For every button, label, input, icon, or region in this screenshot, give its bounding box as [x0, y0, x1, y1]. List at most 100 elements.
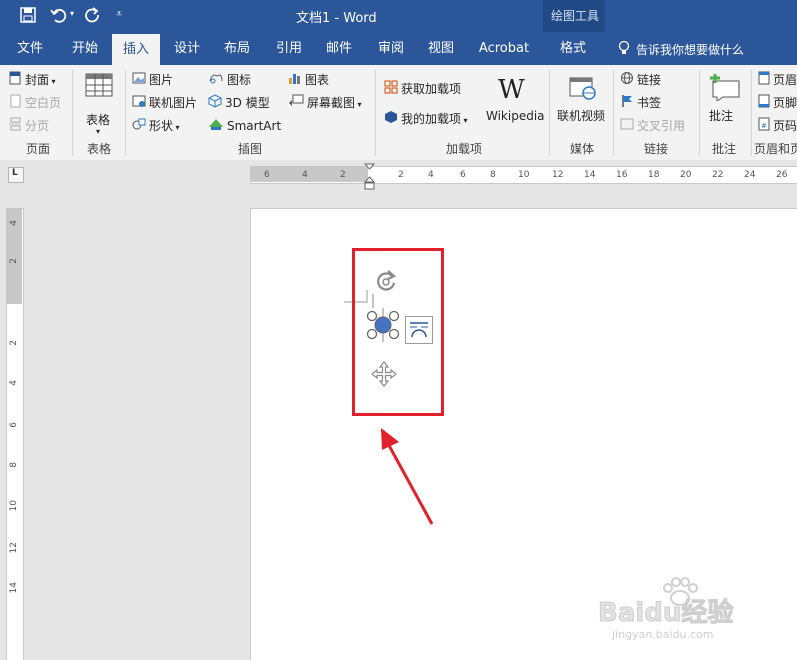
page-number-label: 页码	[773, 119, 797, 133]
highlight-box	[352, 248, 444, 416]
shapes-button[interactable]: 形状 ▾	[132, 117, 180, 137]
icons-button[interactable]: 图标	[208, 71, 251, 90]
page-break-label: 分页	[25, 119, 50, 133]
tab-format[interactable]: 格式	[548, 32, 598, 65]
3d-model-button[interactable]: 3D 模型	[208, 94, 270, 113]
bookmark-button[interactable]: 书签	[620, 94, 661, 113]
wikipedia-icon: W	[498, 75, 525, 105]
wikipedia-button[interactable]: W Wikipedia	[486, 71, 545, 133]
page-break-button[interactable]: 分页	[8, 117, 49, 136]
tab-home[interactable]: 开始	[62, 32, 108, 65]
ruler-number: 24	[744, 170, 756, 180]
ruler-number: 4	[9, 380, 19, 386]
cross-reference-label: 交叉引用	[637, 119, 686, 133]
separator	[125, 70, 126, 156]
shapes-icon	[132, 117, 146, 136]
ruler-number: 22	[712, 170, 724, 180]
table-group-label: 表格	[86, 142, 111, 156]
tell-me-search[interactable]: 告诉我你想要做什么	[636, 41, 744, 58]
tab-stop-glyph: L	[12, 168, 18, 178]
customize-qat-icon[interactable]: ⩡	[116, 7, 122, 21]
ruler-number: 10	[9, 500, 19, 512]
picture-label: 图片	[149, 73, 174, 87]
tab-stop-selector[interactable]: L	[8, 167, 24, 183]
ruler-number: 2	[340, 170, 346, 180]
screenshot-label: 屏幕截图	[307, 96, 356, 110]
redo-icon[interactable]	[84, 6, 102, 27]
screenshot-button[interactable]: 屏幕截图 ▾	[288, 94, 362, 114]
annotation-arrow	[381, 428, 434, 525]
table-icon	[85, 73, 113, 100]
watermark-logo: Baidu经验	[597, 598, 734, 629]
undo-dropdown-icon[interactable]: ▾	[70, 9, 74, 18]
cross-reference-button[interactable]: 交叉引用	[620, 117, 685, 136]
cover-page-icon	[8, 71, 22, 90]
footer-button[interactable]: 页脚	[758, 94, 797, 113]
ruler-number: 14	[584, 170, 596, 180]
blank-page-button[interactable]: 空白页	[8, 94, 61, 113]
tab-insert[interactable]: 插入	[112, 34, 160, 65]
page-number-button[interactable]: # 页码	[758, 117, 797, 136]
tab-layout[interactable]: 布局	[214, 32, 260, 65]
link-button[interactable]: 链接	[620, 71, 661, 90]
chart-button[interactable]: 图表	[288, 71, 329, 90]
ruler-number: 4	[428, 170, 434, 180]
new-comment-icon	[709, 73, 741, 104]
smartart-button[interactable]: SmartArt	[208, 117, 281, 136]
contextual-tab-label: 绘图工具	[551, 9, 600, 23]
cross-reference-icon	[620, 117, 634, 136]
indent-marker-icon[interactable]	[363, 163, 376, 194]
watermark: Baidu经验 jingyan.baidu.com	[597, 577, 758, 648]
separator	[613, 70, 614, 156]
tab-review[interactable]: 审阅	[368, 32, 414, 65]
ruler-number: 4	[302, 170, 308, 180]
title-bar: ▾ ⩡ 文档1 - Word	[0, 0, 797, 32]
tab-mailings[interactable]: 邮件	[316, 32, 362, 65]
addin-icon	[384, 110, 398, 129]
online-picture-label: 联机图片	[149, 96, 198, 110]
cover-page-label: 封面	[25, 73, 50, 87]
picture-button[interactable]: 图片	[132, 71, 173, 90]
comment-button[interactable]: 批注	[704, 71, 746, 133]
bookmark-icon	[620, 94, 634, 113]
chart-label: 图表	[305, 73, 330, 87]
undo-icon[interactable]	[50, 6, 68, 27]
store-icon	[384, 80, 398, 99]
shapes-label: 形状	[149, 119, 174, 133]
header-button[interactable]: 页眉	[758, 71, 797, 90]
vertical-ruler-numbers: 4 2 2 4 6 8 10 12 14	[7, 208, 21, 659]
get-addins-button[interactable]: 获取加载项	[384, 80, 461, 99]
tab-acrobat[interactable]: Acrobat	[472, 32, 536, 65]
wikipedia-label: Wikipedia	[486, 109, 545, 123]
comment-label: 批注	[709, 109, 734, 123]
my-addins-button[interactable]: 我的加载项 ▾	[384, 110, 468, 130]
table-button[interactable]: 表格 ▾	[82, 71, 116, 136]
online-picture-icon	[132, 94, 146, 113]
picture-icon	[132, 71, 146, 90]
tab-file[interactable]: 文件	[8, 32, 52, 65]
lightbulb-icon	[618, 40, 630, 59]
get-addins-label: 获取加载项	[401, 82, 462, 96]
online-picture-button[interactable]: 联机图片	[132, 94, 197, 113]
ruler-number: 18	[648, 170, 660, 180]
tab-design[interactable]: 设计	[164, 32, 210, 65]
ruler-number: 2	[9, 258, 19, 264]
cover-page-button[interactable]: 封面 ▾	[8, 71, 56, 91]
ruler-number: 10	[518, 170, 530, 180]
online-video-button[interactable]: 联机视频	[556, 71, 608, 133]
tab-view[interactable]: 视图	[418, 32, 464, 65]
ruler-number: 2	[9, 340, 19, 346]
smartart-icon	[208, 117, 224, 136]
ruler-number: 12	[552, 170, 564, 180]
separator	[375, 70, 376, 156]
ruler-number: 8	[490, 170, 496, 180]
chevron-down-icon: ▾	[96, 127, 101, 136]
window-title: 文档1 - Word	[296, 11, 377, 26]
tab-references[interactable]: 引用	[266, 32, 312, 65]
my-addins-label: 我的加载项	[401, 112, 462, 126]
save-icon[interactable]	[20, 7, 36, 26]
bookmark-label: 书签	[637, 96, 662, 110]
illustrations-group-label: 插图	[237, 142, 262, 156]
ruler-number: 4	[9, 220, 19, 226]
ruler-number: 14	[9, 582, 19, 594]
